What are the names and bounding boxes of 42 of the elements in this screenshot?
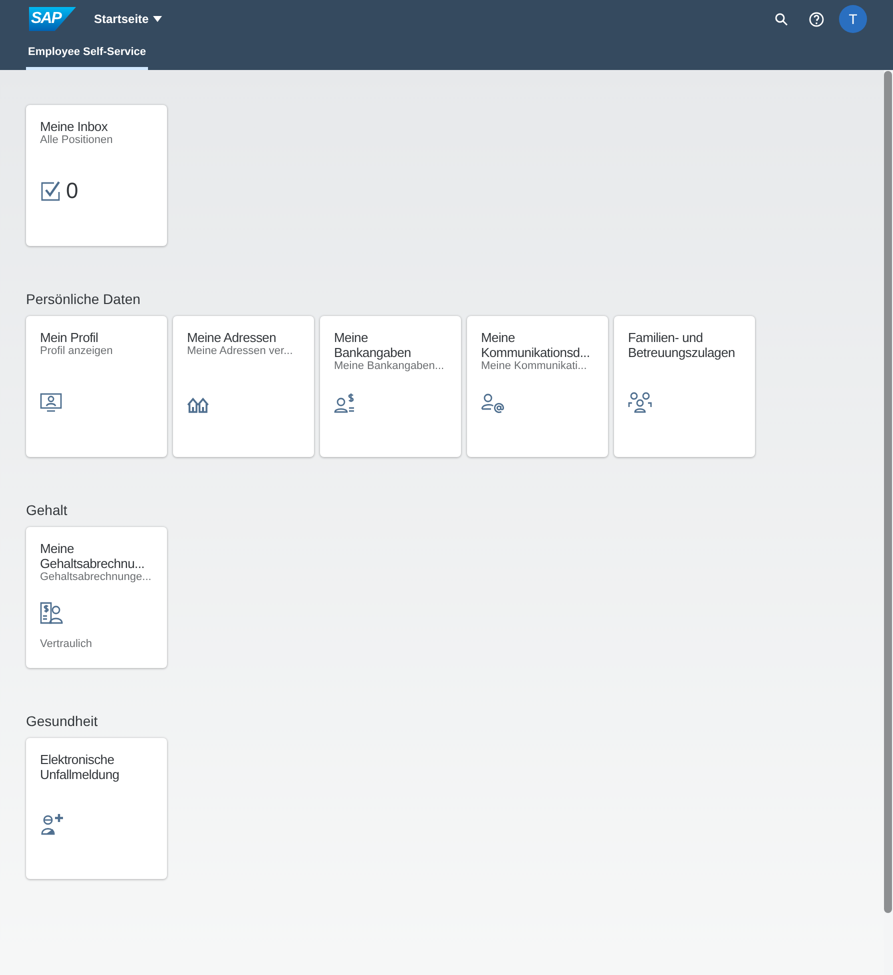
tile-title: Meine Gehaltsabrechnu... [40,541,146,571]
payslip-person-icon [40,602,64,624]
tile-subtitle: Meine Kommunikati... [481,360,588,373]
scrollbar-thumb[interactable] [884,71,892,913]
app-tile[interactable]: Elektronische Unfallmeldung [26,738,167,879]
houses-icon [187,397,209,413]
person-dollar-icon [334,393,356,413]
group-title: Gehalt [26,502,68,518]
user-avatar[interactable]: T [839,5,867,33]
caret-icon [152,16,162,22]
app-tile[interactable]: Meine Bankangaben Meine Bankangaben... [320,316,461,457]
tile-subtitle: Profil anzeigen [40,345,114,358]
group-title: Gesundheit [26,713,99,729]
tile-subtitle: Meine Adressen ver... [187,345,294,358]
family-icon [628,391,652,413]
person-plus-icon [40,813,64,835]
title-menu-button[interactable]: Startseite [94,10,162,28]
tile-title: Meine Adressen [187,330,278,345]
tile-title: Meine Kommunikationsd... [481,330,591,360]
app-tile[interactable]: Meine Adressen Meine Adressen ver... [173,316,314,457]
tile-title: Elektronische Unfallmeldung [40,752,120,782]
app-tile[interactable]: Familien- und Betreuungszulagen [614,316,755,457]
tile-subtitle: Alle Positionen [40,134,114,147]
app-tile[interactable]: Meine Gehaltsabrechnu... Gehaltsabrechnunge... Vertraulich [26,527,167,668]
tile-title: Familien- und Betreuungszulagen [628,330,736,360]
app-tile[interactable]: Meine Inbox Alle Positionen 0 [26,105,167,246]
search-icon [774,12,788,26]
app-tile[interactable]: Mein Profil Profil anzeigen [26,316,167,457]
tile-subtitle: Meine Bankangaben... [334,360,446,373]
tile-footer: Vertraulich [40,636,92,652]
app-tile[interactable]: Meine Kommunikationsd... Meine Kommunikati... [467,316,608,457]
group-title: Persönliche Daten [26,291,142,307]
scrollbar[interactable] [884,70,893,975]
tile-subtitle: Gehaltsabrechnunge... [40,571,152,584]
task-check-icon [40,180,62,202]
help-icon [808,12,824,26]
profile-card-icon [40,393,62,413]
tile-count: 0 [66,180,78,202]
tile-title: Meine Inbox [40,119,109,134]
person-at-icon [481,393,505,413]
tile-title: Mein Profil [40,330,100,345]
tile-title: Meine Bankangaben [334,330,412,360]
